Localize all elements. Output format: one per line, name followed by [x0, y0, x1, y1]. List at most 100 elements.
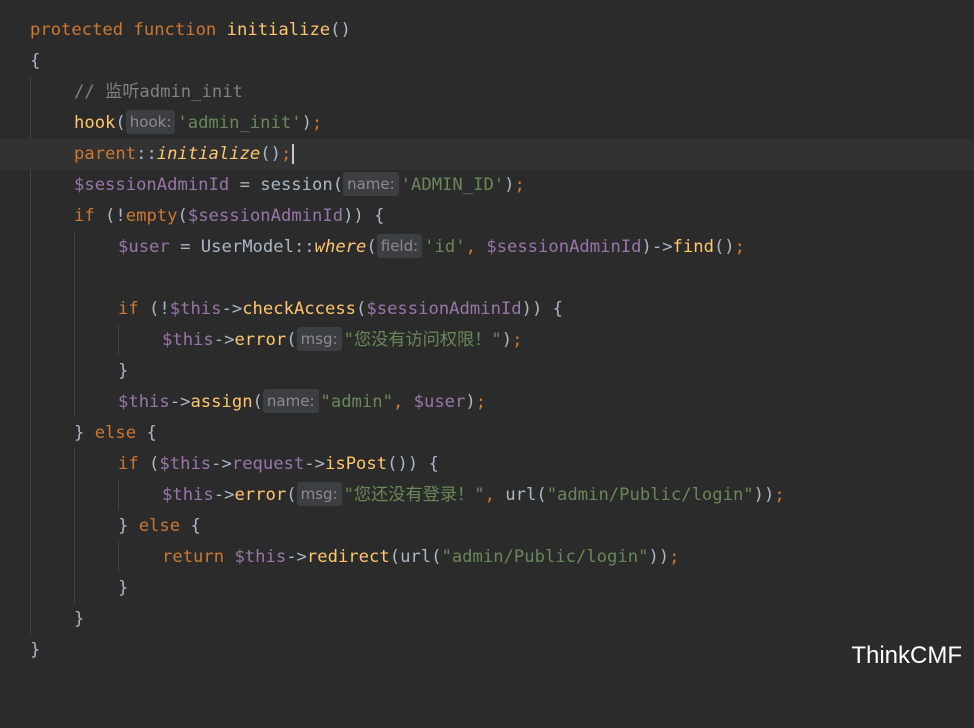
parameter-hint: name:: [343, 172, 399, 196]
operator: ->: [213, 330, 235, 350]
code-line-12[interactable]: }: [0, 356, 974, 387]
punctuation: (): [260, 144, 281, 164]
code-line-9[interactable]: [0, 263, 974, 294]
punctuation: (): [330, 20, 351, 40]
code-line-16[interactable]: $this->error(msg: "您还没有登录！", url("admin/P…: [0, 480, 974, 511]
keyword: else: [94, 423, 137, 443]
function-call: error: [234, 330, 287, 350]
keyword: if: [74, 206, 95, 226]
punctuation: (): [713, 237, 735, 257]
punctuation: ): [301, 113, 312, 133]
variable: $this: [162, 330, 214, 350]
semicolon: ;: [669, 547, 680, 567]
function-call: checkAccess: [242, 299, 357, 319]
brace: {: [136, 423, 157, 443]
function-call: assign: [190, 392, 253, 412]
code-line-18[interactable]: return $this->redirect(url("admin/Public…: [0, 542, 974, 573]
function-call: redirect: [306, 547, 390, 567]
variable: $this: [234, 547, 287, 567]
string-literal: "admin/Public/login": [441, 547, 649, 567]
semicolon: ;: [514, 175, 525, 195]
string-literal: 'admin_init': [177, 113, 302, 133]
punctuation: ): [501, 330, 513, 350]
punctuation: )) {: [343, 206, 385, 226]
string-literal: "您没有访问权限！": [343, 330, 502, 350]
parameter-hint: field:: [376, 234, 423, 258]
brace: }: [74, 609, 85, 629]
semicolon: ;: [475, 392, 487, 412]
punctuation: (: [286, 485, 297, 505]
code-line-14[interactable]: } else {: [0, 418, 974, 449]
code-line-13[interactable]: $this->assign(name: "admin", $user);: [0, 387, 974, 418]
string-literal: "admin/Public/login": [546, 485, 754, 505]
parameter-hint: msg:: [296, 482, 342, 506]
string-literal: 'id': [424, 237, 466, 257]
function-call: find: [672, 237, 714, 257]
punctuation: )->: [641, 237, 673, 257]
semicolon: ;: [280, 144, 292, 164]
function-call: session: [260, 175, 333, 195]
code-line-20[interactable]: }: [0, 604, 974, 635]
function-call: hook: [74, 113, 116, 133]
semicolon: ;: [774, 485, 785, 505]
brace: {: [180, 516, 201, 536]
punctuation: (: [431, 547, 442, 567]
keyword: return: [162, 547, 225, 567]
punctuation: (: [536, 485, 547, 505]
variable: $sessionAdminId: [486, 237, 642, 257]
function-name: initialize: [226, 20, 331, 40]
variable: $sessionAdminId: [187, 206, 344, 226]
code-line-7[interactable]: if (!empty($sessionAdminId)) {: [0, 201, 974, 232]
punctuation: ): [504, 175, 515, 195]
code-line-17[interactable]: } else {: [0, 511, 974, 542]
variable: $this: [118, 392, 170, 412]
code-line-2[interactable]: {: [0, 46, 974, 77]
code-line-4[interactable]: hook(hook:'admin_init');: [0, 108, 974, 139]
punctuation: (: [177, 206, 188, 226]
parameter-hint: msg:: [296, 327, 342, 351]
watermark-logo: ThinkCMF: [851, 642, 962, 669]
class-name: UserModel: [200, 237, 294, 257]
parameter-hint: hook:: [125, 110, 176, 134]
code-line-3[interactable]: // 监听admin_init: [0, 77, 974, 108]
code-line-6[interactable]: $sessionAdminId = session(name: 'ADMIN_ID…: [0, 170, 974, 201]
semicolon: ;: [734, 237, 746, 257]
code-line-5-current[interactable]: parent::initialize();: [0, 139, 974, 170]
punctuation: (: [389, 547, 401, 567]
code-line-19[interactable]: }: [0, 573, 974, 604]
code-line-10[interactable]: if (!$this->checkAccess($sessionAdminId)…: [0, 294, 974, 325]
variable: $sessionAdminId: [366, 299, 522, 319]
brace: }: [118, 578, 129, 598]
punctuation: (: [115, 113, 126, 133]
punctuation: ::: [293, 237, 315, 257]
keyword: else: [138, 516, 181, 536]
keyword: parent: [74, 144, 137, 164]
code-line-8[interactable]: $user = UserModel::where(field:'id', $se…: [0, 232, 974, 263]
function-call: initialize: [156, 144, 261, 164]
punctuation: (: [138, 454, 160, 474]
function-call: empty: [125, 206, 178, 226]
code-line-15[interactable]: if ($this->request->isPost()) {: [0, 449, 974, 480]
brace: }: [118, 361, 129, 381]
code-line-11[interactable]: $this->error(msg: "您没有访问权限！");: [0, 325, 974, 356]
function-call: url: [505, 485, 537, 505]
code-editor[interactable]: protected function initialize() { // 监听a…: [0, 0, 974, 682]
operator: =: [229, 175, 261, 195]
brace: }: [74, 423, 95, 443]
string-literal: "admin": [320, 392, 393, 412]
variable: $this: [162, 485, 214, 505]
operator: =: [169, 237, 201, 257]
variable: $this: [159, 454, 212, 474]
code-line-1[interactable]: protected function initialize(): [0, 15, 974, 46]
punctuation: )) {: [521, 299, 564, 319]
punctuation: ,: [484, 485, 506, 505]
parameter-hint: name:: [262, 389, 319, 413]
punctuation: )): [648, 547, 670, 567]
keyword: function: [133, 20, 217, 40]
code-line-21[interactable]: }: [0, 635, 974, 666]
brace: {: [30, 51, 41, 71]
function-call: where: [314, 237, 367, 257]
keyword: protected: [30, 20, 124, 40]
string-literal: 'ADMIN_ID': [400, 175, 505, 195]
